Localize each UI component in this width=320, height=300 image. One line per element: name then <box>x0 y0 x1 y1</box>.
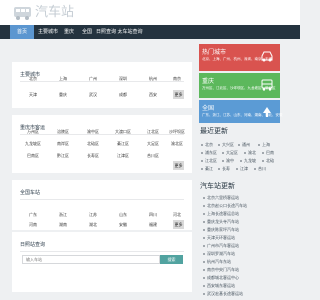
update-link[interactable]: 九龙坡 <box>240 158 256 164</box>
site-name: 汽车站 <box>35 5 75 20</box>
nav-national[interactable]: 全国 <box>78 25 96 39</box>
city-link[interactable]: 涪陵区 <box>48 127 78 136</box>
city-link[interactable]: 湖北 <box>78 220 108 229</box>
more-button[interactable]: 更多 <box>173 220 184 229</box>
city-link[interactable]: 九龙坡区 <box>18 139 48 148</box>
nav-station-query[interactable]: 太车站查询 <box>116 25 144 39</box>
update-link[interactable]: 合川 <box>254 166 266 172</box>
city-link[interactable]: 江津区 <box>108 151 138 160</box>
city-link[interactable]: 上海 <box>48 74 78 83</box>
city-link[interactable]: 江苏 <box>78 210 108 219</box>
update-link[interactable]: 巴南 <box>262 150 274 156</box>
news-item[interactable]: 广州市汽车客运站 <box>203 243 239 249</box>
main-cities-panel: 主要城市 北京 上海 广州 深圳 杭州 南京 天津 重庆 武汉 成都 西安 更多 <box>12 62 192 108</box>
news-item[interactable]: 杭州汽车东站 <box>203 259 231 265</box>
more-button[interactable]: 更多 <box>173 161 184 170</box>
news-item[interactable]: 重庆龙头寺汽车站 <box>203 219 239 225</box>
city-link[interactable]: 湖南 <box>48 220 78 229</box>
update-link[interactable]: 江津 <box>236 166 248 172</box>
chongqing-card-title: 重庆 <box>202 78 215 85</box>
news-title: 汽车站更新 <box>200 182 235 190</box>
city-link[interactable]: 安徽 <box>108 220 138 229</box>
national-panel: 全国车站 广东 浙江 江苏 山东 四川 河北 河南 湖南 湖北 安徽 福建 更多 <box>12 180 192 230</box>
city-link[interactable]: 天津 <box>18 90 48 99</box>
latest-title: 最近更新 <box>200 127 228 135</box>
update-link[interactable]: 上海 <box>258 142 270 148</box>
city-link[interactable]: 黔江区 <box>48 151 78 160</box>
news-item[interactable]: 成都城北客运中心 <box>203 275 239 281</box>
update-link[interactable]: 浦东区 <box>201 150 217 156</box>
city-link[interactable]: 万州区 <box>18 127 48 136</box>
city-link[interactable]: 广州 <box>78 74 108 83</box>
city-link[interactable]: 西安 <box>138 90 168 99</box>
site-logo[interactable]: 汽车站 <box>13 5 74 21</box>
news-item[interactable]: 上海长途客运总站 <box>203 211 239 217</box>
update-link[interactable]: 綦江 <box>201 166 213 172</box>
city-link[interactable]: 渝北区 <box>162 139 192 148</box>
update-link[interactable]: 大足区 <box>222 150 238 156</box>
tree-icon <box>263 107 271 117</box>
city-link[interactable]: 巴南区 <box>18 151 48 160</box>
city-link[interactable]: 广东 <box>18 210 48 219</box>
city-link[interactable]: 深圳 <box>108 74 138 83</box>
bus-icon <box>261 79 273 91</box>
update-link[interactable]: 北京 <box>201 142 213 148</box>
header: 汽车站 <box>0 0 300 25</box>
news-item[interactable]: 北京赵公口长途汽车站 <box>203 203 247 209</box>
news-item[interactable]: 深圳罗湖汽车站 <box>203 251 235 257</box>
city-link[interactable]: 沙坪坝区 <box>162 127 192 136</box>
city-link[interactable]: 合川区 <box>138 151 168 160</box>
city-link[interactable]: 浙江 <box>48 210 78 219</box>
car-icon <box>261 51 273 62</box>
national-card-title: 全国 <box>202 105 215 112</box>
news-item[interactable]: 天津天环客运站 <box>203 235 235 241</box>
update-link[interactable]: 渝北 <box>244 150 256 156</box>
city-link[interactable]: 福建 <box>138 220 168 229</box>
news-item[interactable]: 重庆陈家坪汽车站 <box>203 227 239 233</box>
main-nav: 首页 主要城市 重庆 全国 日照查询 太车站查询 <box>0 25 300 39</box>
city-link[interactable]: 北碚区 <box>78 139 108 148</box>
national-card[interactable]: 全国 广东、浙江、江苏、山东、河南、湖南、湖北、安徽 <box>199 100 283 123</box>
city-link[interactable]: 渝中区 <box>78 127 108 136</box>
update-link[interactable]: 长寿 <box>218 166 230 172</box>
update-link[interactable]: 通州 <box>238 142 250 148</box>
city-link[interactable]: 河北 <box>162 210 192 219</box>
divider <box>20 251 184 252</box>
city-link[interactable]: 重庆 <box>48 90 78 99</box>
bus-icon <box>14 7 31 20</box>
city-link[interactable]: 南岸区 <box>48 139 78 148</box>
search-button[interactable]: 搜索 <box>160 255 183 264</box>
update-link[interactable]: 江北区 <box>201 158 217 164</box>
city-link[interactable]: 山东 <box>108 210 138 219</box>
city-link[interactable]: 成都 <box>108 90 138 99</box>
news-item[interactable]: 北京六里桥客运站 <box>203 195 239 201</box>
hot-cities-card[interactable]: 热门城市 北京、上海、广州、杭州、深圳、南京、天津 <box>199 44 280 71</box>
nav-home[interactable]: 首页 <box>10 25 34 39</box>
city-link[interactable]: 河南 <box>18 220 48 229</box>
chongqing-card[interactable]: 重庆 万州区、江北区、沙坪坝区、九龙坡区、渝北区 <box>199 73 280 98</box>
more-button[interactable]: 更多 <box>173 90 184 99</box>
divider <box>20 199 184 200</box>
news-item[interactable]: 西安城东客运站 <box>203 283 235 289</box>
hot-cities-title: 热门城市 <box>202 49 227 56</box>
search-input[interactable] <box>22 255 160 264</box>
news-item[interactable]: 南京中央门汽车站 <box>203 267 239 273</box>
nav-chongqing[interactable]: 重庆 <box>60 25 78 39</box>
update-link[interactable]: 渝中 <box>222 158 234 164</box>
city-link[interactable]: 长寿区 <box>78 151 108 160</box>
update-link[interactable]: 大兴区 <box>218 142 234 148</box>
city-link[interactable]: 南京 <box>162 74 192 83</box>
national-title: 全国车站 <box>20 190 41 196</box>
nav-query[interactable]: 日照查询 <box>96 25 116 39</box>
search-title: 日照站查询 <box>20 242 46 248</box>
city-link[interactable]: 綦江区 <box>108 139 138 148</box>
city-link[interactable]: 北京 <box>18 74 48 83</box>
city-link[interactable]: 武汉 <box>78 90 108 99</box>
chongqing-panel: 重庆市客运 万州区 涪陵区 渝中区 大渡口区 江北区 沙坪坝区 九龙坡区 南岸区… <box>12 115 192 173</box>
update-link[interactable]: 北碚 <box>262 158 274 164</box>
news-item[interactable]: 武汉宏基长途客运站 <box>203 291 243 297</box>
city-link[interactable]: 大渡口区 <box>108 127 138 136</box>
nav-main-cities[interactable]: 主要城市 <box>36 25 60 39</box>
